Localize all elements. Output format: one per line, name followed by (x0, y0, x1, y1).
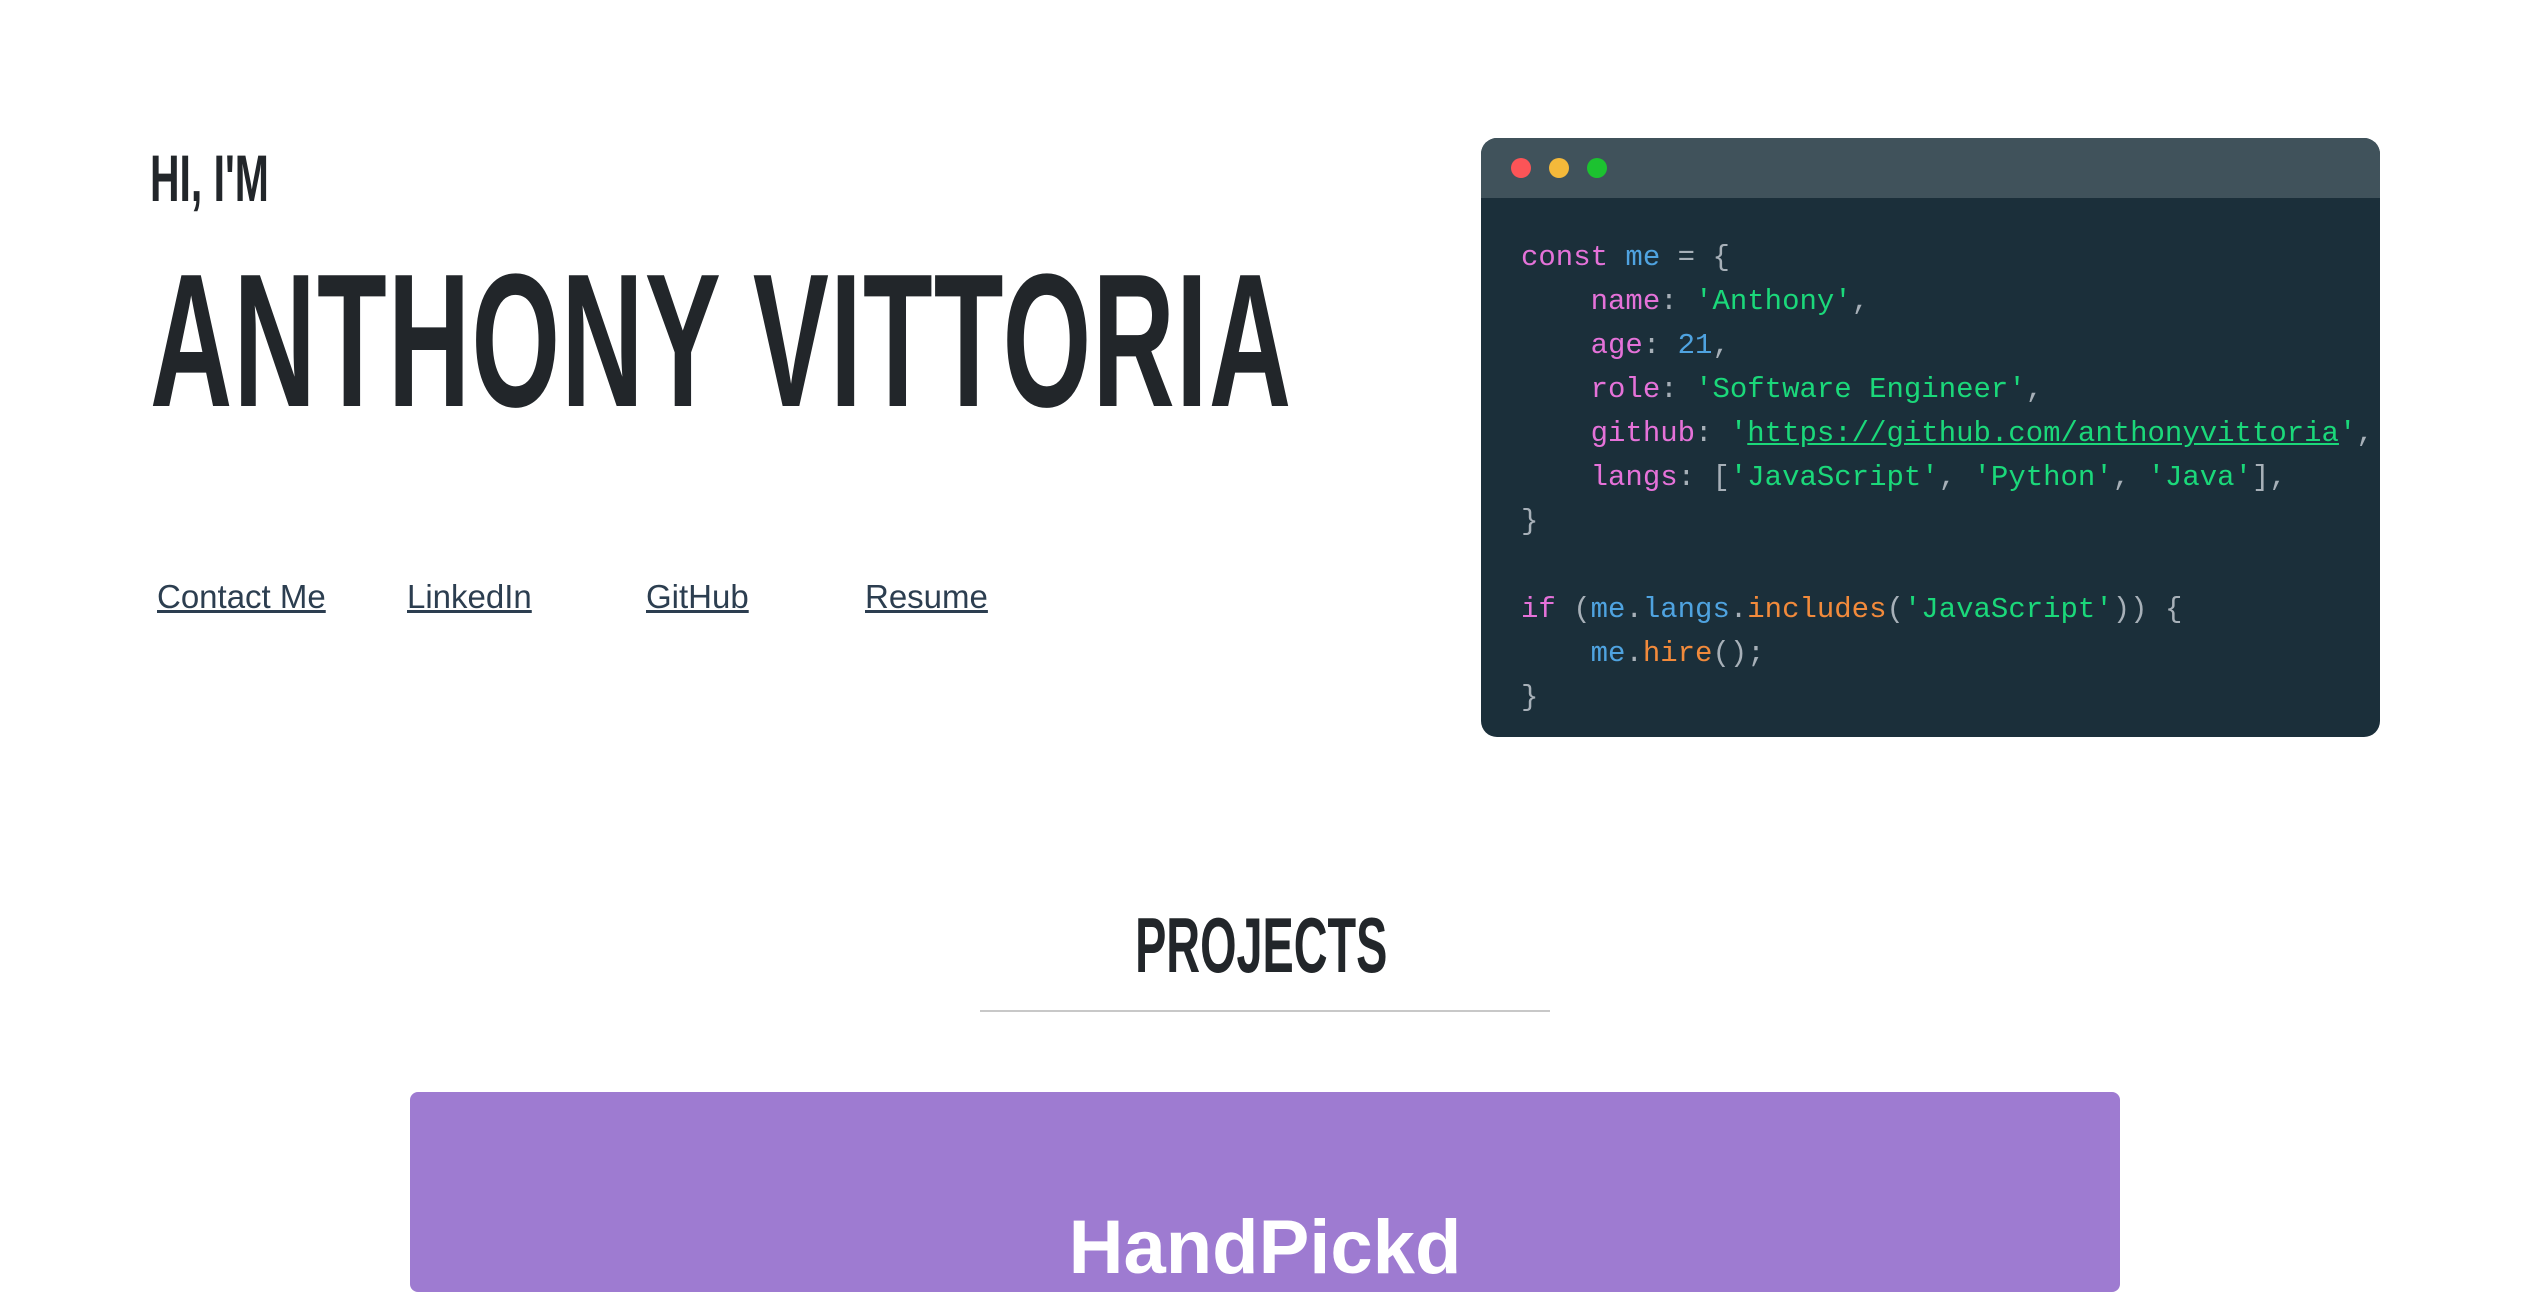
github-url-link[interactable]: https://github.com/anthonyvittoria (1747, 417, 2339, 450)
green-dot-icon (1587, 158, 1607, 178)
red-dot-icon (1511, 158, 1531, 178)
projects-heading-text: PROJECTS (1134, 901, 1388, 989)
project-title: HandPickd (1068, 1205, 1462, 1290)
linkedin-link[interactable]: LinkedIn (407, 578, 532, 616)
github-link[interactable]: GitHub (646, 578, 749, 616)
code-window: const me = { name: 'Anthony', age: 21, r… (1481, 138, 2380, 737)
greeting: HI, I'M (150, 141, 269, 215)
resume-link[interactable]: Resume (865, 578, 988, 616)
projects-heading: PROJECTS (0, 900, 2522, 991)
project-card-handpickd[interactable]: HandPickd (410, 1092, 2120, 1292)
divider (980, 1010, 1550, 1012)
contact-me-link[interactable]: Contact Me (157, 578, 326, 616)
yellow-dot-icon (1549, 158, 1569, 178)
code-window-titlebar (1481, 138, 2380, 198)
hero-name: ANTHONY VITTORIA (150, 235, 1293, 447)
code-snippet: const me = { name: 'Anthony', age: 21, r… (1521, 241, 2374, 714)
